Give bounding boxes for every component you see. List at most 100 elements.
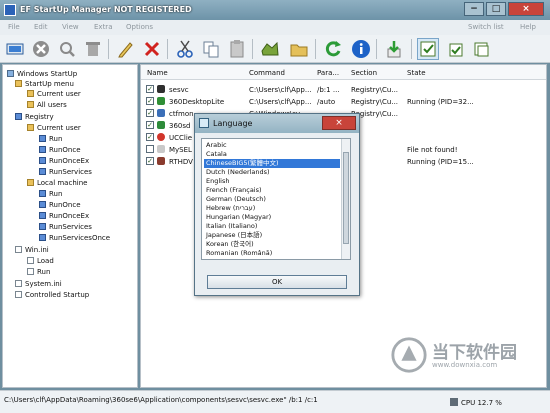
tree-item[interactable]: RunServices (39, 167, 92, 177)
tree-item[interactable]: Run (27, 267, 50, 277)
list-header: Name Command Para... Section State (141, 65, 546, 80)
column-params[interactable]: Para... (317, 69, 339, 77)
copy-icon[interactable] (200, 38, 222, 60)
language-item[interactable]: English (204, 177, 340, 186)
stop-icon[interactable] (30, 38, 52, 60)
tree-item[interactable]: Controlled Startup (15, 290, 89, 300)
registry-icon (39, 168, 46, 175)
delete-x-icon[interactable] (141, 38, 163, 60)
refresh-icon[interactable] (322, 38, 344, 60)
uncheck-icon[interactable] (470, 38, 492, 60)
menu-file[interactable]: File (8, 23, 20, 31)
row-checkbox[interactable]: ✓ (146, 85, 154, 93)
minimize-button[interactable]: − (464, 2, 484, 16)
table-row[interactable]: ✓ 360DesktopLite C:\Users\clf\App... /au… (141, 96, 546, 108)
delete-icon[interactable] (82, 38, 104, 60)
row-checkbox[interactable]: ✓ (146, 157, 154, 165)
language-item[interactable]: Arabic (204, 141, 340, 150)
language-item[interactable]: Hungarian (Magyar) (204, 213, 340, 222)
computer-icon (7, 70, 14, 77)
tree-item[interactable]: RunOnce (39, 145, 81, 155)
registry-icon (39, 146, 46, 153)
row-checkbox[interactable]: ✓ (146, 97, 154, 105)
ok-button[interactable]: OK (207, 275, 347, 289)
table-row[interactable]: ✓ sesvc C:\Users\clf\App... /b:1 ... Reg… (141, 84, 546, 96)
row-checkbox[interactable]: ✓ (146, 121, 154, 129)
app-icon (157, 157, 165, 165)
language-item[interactable]: Romanian (Română) (204, 249, 340, 258)
folder-icon (27, 124, 34, 131)
map-icon[interactable] (259, 38, 281, 60)
language-item[interactable]: Dutch (Nederlands) (204, 168, 340, 177)
menu-extra[interactable]: Extra (94, 23, 112, 31)
folder-icon[interactable] (288, 38, 310, 60)
check-icon[interactable] (444, 38, 466, 60)
tree-item[interactable]: Current user (27, 123, 81, 133)
tree-item[interactable]: Registry (15, 112, 54, 122)
tree-item[interactable]: Load (27, 256, 54, 266)
language-item[interactable]: Italian (Italiano) (204, 222, 340, 231)
row-checkbox[interactable]: ✓ (146, 109, 154, 117)
paste-icon[interactable] (226, 38, 248, 60)
column-state[interactable]: State (407, 69, 426, 77)
scroll-thumb[interactable] (343, 152, 349, 244)
file-icon (15, 291, 22, 298)
folder-icon (27, 179, 34, 186)
view-icon[interactable] (56, 38, 78, 60)
tree-item[interactable]: StartUp menu (15, 79, 74, 89)
language-item[interactable]: Hebrew (עברית) (204, 204, 340, 213)
dialog-close-button[interactable]: × (322, 116, 356, 130)
tree-item[interactable]: All users (27, 100, 67, 110)
tree-item[interactable]: RunOnceEx (39, 211, 89, 221)
menu-bar: File Edit View Extra Options Switch list… (0, 20, 550, 35)
row-checkbox[interactable]: ✓ (146, 133, 154, 141)
close-button[interactable]: × (508, 2, 544, 16)
menu-help[interactable]: Help (520, 23, 536, 31)
tree-item[interactable]: System.ini (15, 279, 62, 289)
file-icon (27, 268, 34, 275)
tree-item[interactable]: Local machine (27, 178, 87, 188)
info-icon[interactable] (350, 38, 372, 60)
language-item-selected[interactable]: ChineseBIG5(繁體中文) (204, 159, 340, 168)
column-name[interactable]: Name (147, 69, 168, 77)
app-icon (4, 4, 16, 16)
menu-options[interactable]: Options (126, 23, 153, 31)
cut-icon[interactable] (174, 38, 196, 60)
tree-item[interactable]: Current user (27, 89, 81, 99)
registry-icon (39, 212, 46, 219)
tree-item[interactable]: Run (39, 134, 62, 144)
language-item[interactable]: German (Deutsch) (204, 195, 340, 204)
folder-icon (27, 90, 34, 97)
tree-item[interactable]: Run (39, 189, 62, 199)
app-icon (157, 97, 165, 105)
edit-icon[interactable] (115, 38, 137, 60)
language-item[interactable]: Catala (204, 150, 340, 159)
maximize-button[interactable]: □ (486, 2, 506, 16)
tree-item[interactable]: RunServices (39, 222, 92, 232)
menu-switch-list[interactable]: Switch list (468, 23, 504, 31)
language-item[interactable]: Japanese (日本語) (204, 231, 340, 240)
tree-item[interactable]: RunOnce (39, 200, 81, 210)
language-item[interactable]: French (Français) (204, 186, 340, 195)
column-command[interactable]: Command (249, 69, 285, 77)
tree-item[interactable]: RunServicesOnce (39, 233, 110, 243)
startup-tree[interactable]: Windows StartUp StartUp menu Current use… (2, 64, 138, 388)
tree-item[interactable]: Win.ini (15, 245, 49, 255)
registry-icon (15, 113, 22, 120)
cpu-indicator: CPU 12.7 % (450, 398, 502, 407)
row-checkbox[interactable] (146, 145, 154, 153)
column-section[interactable]: Section (351, 69, 377, 77)
menu-edit[interactable]: Edit (34, 23, 48, 31)
registry-icon (39, 234, 46, 241)
tree-item[interactable]: Windows StartUp (7, 69, 77, 79)
language-scrollbar[interactable] (341, 139, 350, 259)
check-list-icon[interactable] (417, 38, 439, 60)
toolbar-separator (411, 39, 412, 59)
toolbar-separator (315, 39, 316, 59)
menu-view[interactable]: View (62, 23, 79, 31)
language-item[interactable]: Korean (한국어) (204, 240, 340, 249)
language-list[interactable]: Arabic Catala ChineseBIG5(繁體中文) Dutch (N… (201, 138, 351, 260)
tree-item[interactable]: RunOnceEx (39, 156, 89, 166)
download-icon[interactable] (383, 38, 405, 60)
new-icon[interactable] (4, 38, 26, 60)
